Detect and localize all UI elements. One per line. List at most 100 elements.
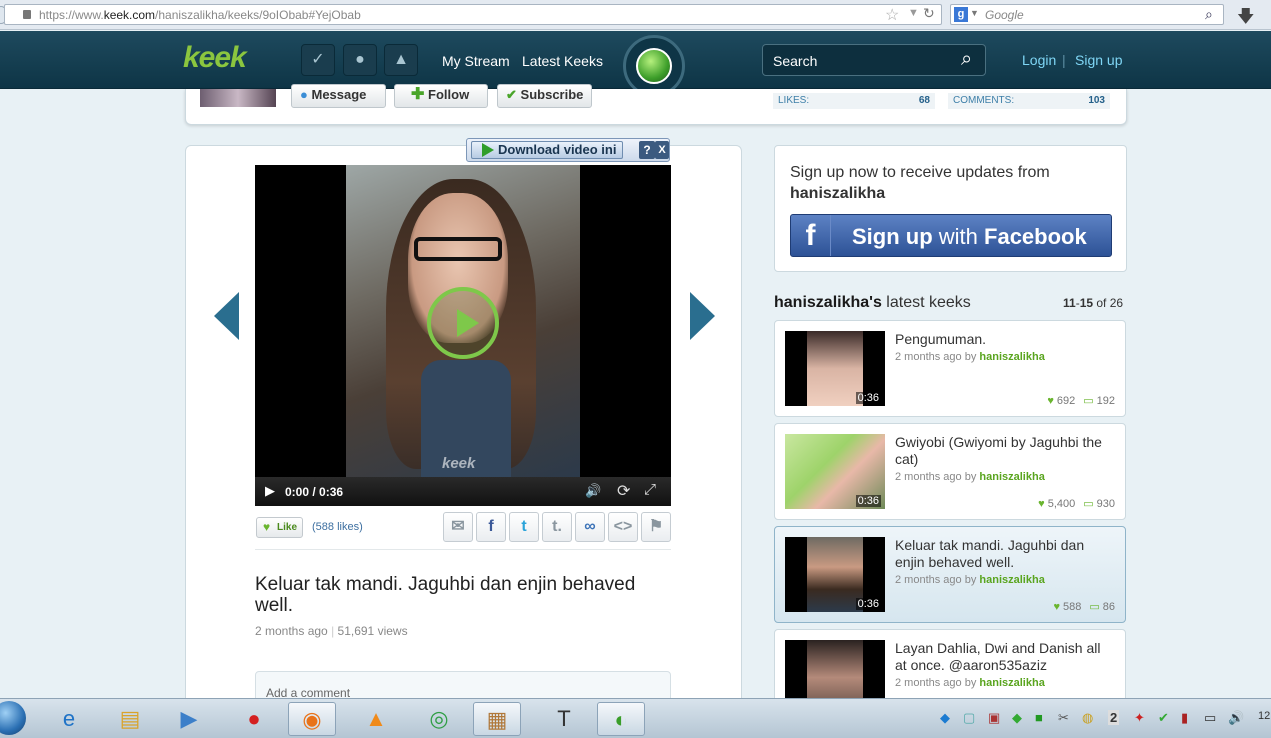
site-search-input[interactable]: Search ⌕ (762, 44, 986, 76)
latest-keek-card[interactable]: 0:36 Pengumuman. 2 months ago by hanisza… (774, 320, 1126, 417)
bell-icon[interactable]: ▲ (384, 44, 418, 76)
facebook-signup-button[interactable]: f Sign up with Facebook (790, 214, 1112, 257)
tray-chart-icon[interactable]: ■ (1035, 710, 1043, 725)
message-button[interactable]: ● Message (291, 84, 386, 108)
latest-user[interactable]: haniszalikha's (774, 294, 882, 311)
chrome-icon[interactable]: ◎ (415, 702, 463, 736)
play-triangle-icon (457, 309, 479, 337)
avatar[interactable] (200, 89, 276, 107)
card-meta: 2 months ago by haniszalikha (895, 574, 1045, 586)
tumblr-share-icon[interactable]: t. (542, 512, 572, 542)
tray-number[interactable]: 2 (1108, 710, 1120, 725)
nav-latest-keeks[interactable]: Latest Keeks (522, 53, 603, 69)
flag-icon[interactable]: ⚑ (641, 512, 671, 542)
image-viewer-icon[interactable]: ▦ (473, 702, 521, 736)
card-title[interactable]: Pengumuman. (895, 331, 1115, 348)
play-overlay-icon[interactable] (427, 287, 499, 359)
card-title[interactable]: Gwiyobi (Gwiyomi by Jaguhbi the cat) (895, 434, 1115, 468)
magnifier-icon[interactable]: ⌕ (1205, 6, 1213, 23)
start-button[interactable] (0, 701, 26, 735)
tray-volume-icon[interactable]: 🔊 (1228, 710, 1244, 726)
facebook-share-icon[interactable]: f (476, 512, 506, 542)
vlc-icon[interactable]: ▲ (352, 702, 400, 736)
like-label: Like (277, 522, 298, 533)
engine-dropdown-icon[interactable]: ▼ (970, 8, 979, 18)
url-field[interactable]: https://www.keek.com/haniszalikha/keeks/… (4, 4, 942, 25)
message-icon: ● (300, 87, 308, 102)
latest-keek-card[interactable]: 0:36 Gwiyobi (Gwiyomi by Jaguhbi the cat… (774, 423, 1126, 520)
card-user[interactable]: haniszalikha (979, 574, 1044, 586)
close-button[interactable]: X (655, 141, 669, 159)
bookmark-star-icon[interactable]: ☆ (885, 5, 899, 25)
card-comments: 192 (1096, 395, 1115, 407)
download-video-button[interactable]: Download video ini (471, 141, 623, 159)
help-button[interactable]: ? (639, 141, 655, 159)
twitter-share-icon[interactable]: t (509, 512, 539, 542)
file-explorer-icon[interactable]: ▤ (106, 702, 154, 736)
tray-doc-icon[interactable]: ▢ (963, 710, 975, 726)
likes-count[interactable]: (588 likes) (312, 521, 363, 533)
reload-icon[interactable]: ↻ (923, 5, 935, 22)
follow-button[interactable]: ✚ Follow (394, 84, 488, 108)
fb-label-part3: Facebook (984, 224, 1087, 249)
tray-tool-icon[interactable]: ✂ (1058, 710, 1069, 726)
chat-bubble-icon[interactable]: ● (343, 44, 377, 76)
replay-icon[interactable]: ⟳ (617, 481, 630, 501)
download-manager-icon[interactable]: ◐ (597, 702, 645, 736)
tray-app-icon[interactable]: ✦ (1134, 710, 1145, 726)
card-title[interactable]: Keluar tak mandi. Jaguhbi dan enjin beha… (895, 537, 1115, 571)
google-icon[interactable]: g (954, 7, 968, 22)
record-orb-icon (636, 48, 672, 84)
card-ago: 2 months ago by (895, 471, 980, 483)
range-total: 26 (1109, 296, 1124, 310)
subscribe-button[interactable]: ✔ Subscribe (497, 84, 592, 108)
download-arrow-icon[interactable]: 🡇 (1237, 4, 1254, 33)
media-player-icon[interactable]: ▶ (165, 702, 213, 736)
link-share-icon[interactable]: ∞ (575, 512, 605, 542)
card-user[interactable]: haniszalikha (979, 677, 1044, 689)
email-share-icon[interactable]: ✉ (443, 512, 473, 542)
like-button[interactable]: ♥ Like (256, 517, 303, 538)
checkmark-icon: ✔ (506, 87, 517, 102)
previous-keek-arrow-icon[interactable] (214, 292, 239, 340)
signup-link[interactable]: Sign up (1075, 52, 1122, 68)
card-title[interactable]: Layan Dahlia, Dwi and Danish all at once… (895, 640, 1115, 674)
tray-printer-icon[interactable]: ▣ (988, 710, 1000, 726)
nav-my-stream[interactable]: My Stream (442, 53, 510, 69)
keek-logo[interactable]: keek (183, 41, 247, 75)
card-ago: 2 months ago by (895, 677, 980, 689)
play-icon[interactable]: ▶ (265, 483, 275, 499)
search-engine-field[interactable]: g ▼ Google ⌕ (950, 4, 1224, 25)
auth-separator: | (1062, 52, 1066, 68)
keek-title: Keluar tak mandi. Jaguhbi dan enjin beha… (255, 574, 636, 616)
volume-icon[interactable]: 🔊 (585, 483, 601, 499)
tc-app-icon[interactable]: T (540, 702, 588, 736)
card-user[interactable]: haniszalikha (979, 471, 1044, 483)
embed-code-icon[interactable]: <> (608, 512, 638, 542)
tray-network-icon[interactable]: ▭ (1204, 710, 1216, 726)
chrome-alt-icon[interactable]: ● (230, 702, 278, 736)
signup-username: haniszalikha (790, 185, 886, 202)
search-engine-placeholder: Google (985, 8, 1024, 22)
record-keek-button[interactable] (623, 35, 685, 97)
search-icon[interactable]: ⌕ (961, 48, 972, 71)
facebook-icon: f (791, 215, 831, 256)
glasses-shape (414, 237, 502, 261)
tray-arrow-icon[interactable]: ◆ (940, 710, 950, 726)
tray-clock-icon[interactable]: ◍ (1082, 710, 1093, 726)
login-link[interactable]: Login (1022, 52, 1056, 68)
latest-keek-card-active[interactable]: 0:36 Keluar tak mandi. Jaguhbi dan enjin… (774, 526, 1126, 623)
internet-explorer-icon[interactable]: e (45, 702, 93, 736)
tray-clock[interactable]: 12 (1258, 710, 1270, 722)
firefox-icon[interactable]: ◉ (288, 702, 336, 736)
tray-shield-icon[interactable]: ✔ (1158, 710, 1169, 726)
card-ago: 2 months ago by (895, 574, 980, 586)
fullscreen-icon[interactable]: ⤢ (644, 481, 656, 498)
tray-green-icon[interactable]: ◆ (1012, 710, 1022, 726)
dropdown-arrow-icon[interactable]: ▼ (908, 7, 919, 19)
next-keek-arrow-icon[interactable] (690, 292, 715, 340)
card-user[interactable]: haniszalikha (979, 351, 1044, 363)
tray-battery-icon[interactable]: ▮ (1181, 710, 1188, 726)
check-icon[interactable]: ✓ (301, 44, 335, 76)
video-player[interactable]: keek ▶ 0:00 / 0:36 🔊 ⟳ ⤢ (255, 165, 671, 506)
